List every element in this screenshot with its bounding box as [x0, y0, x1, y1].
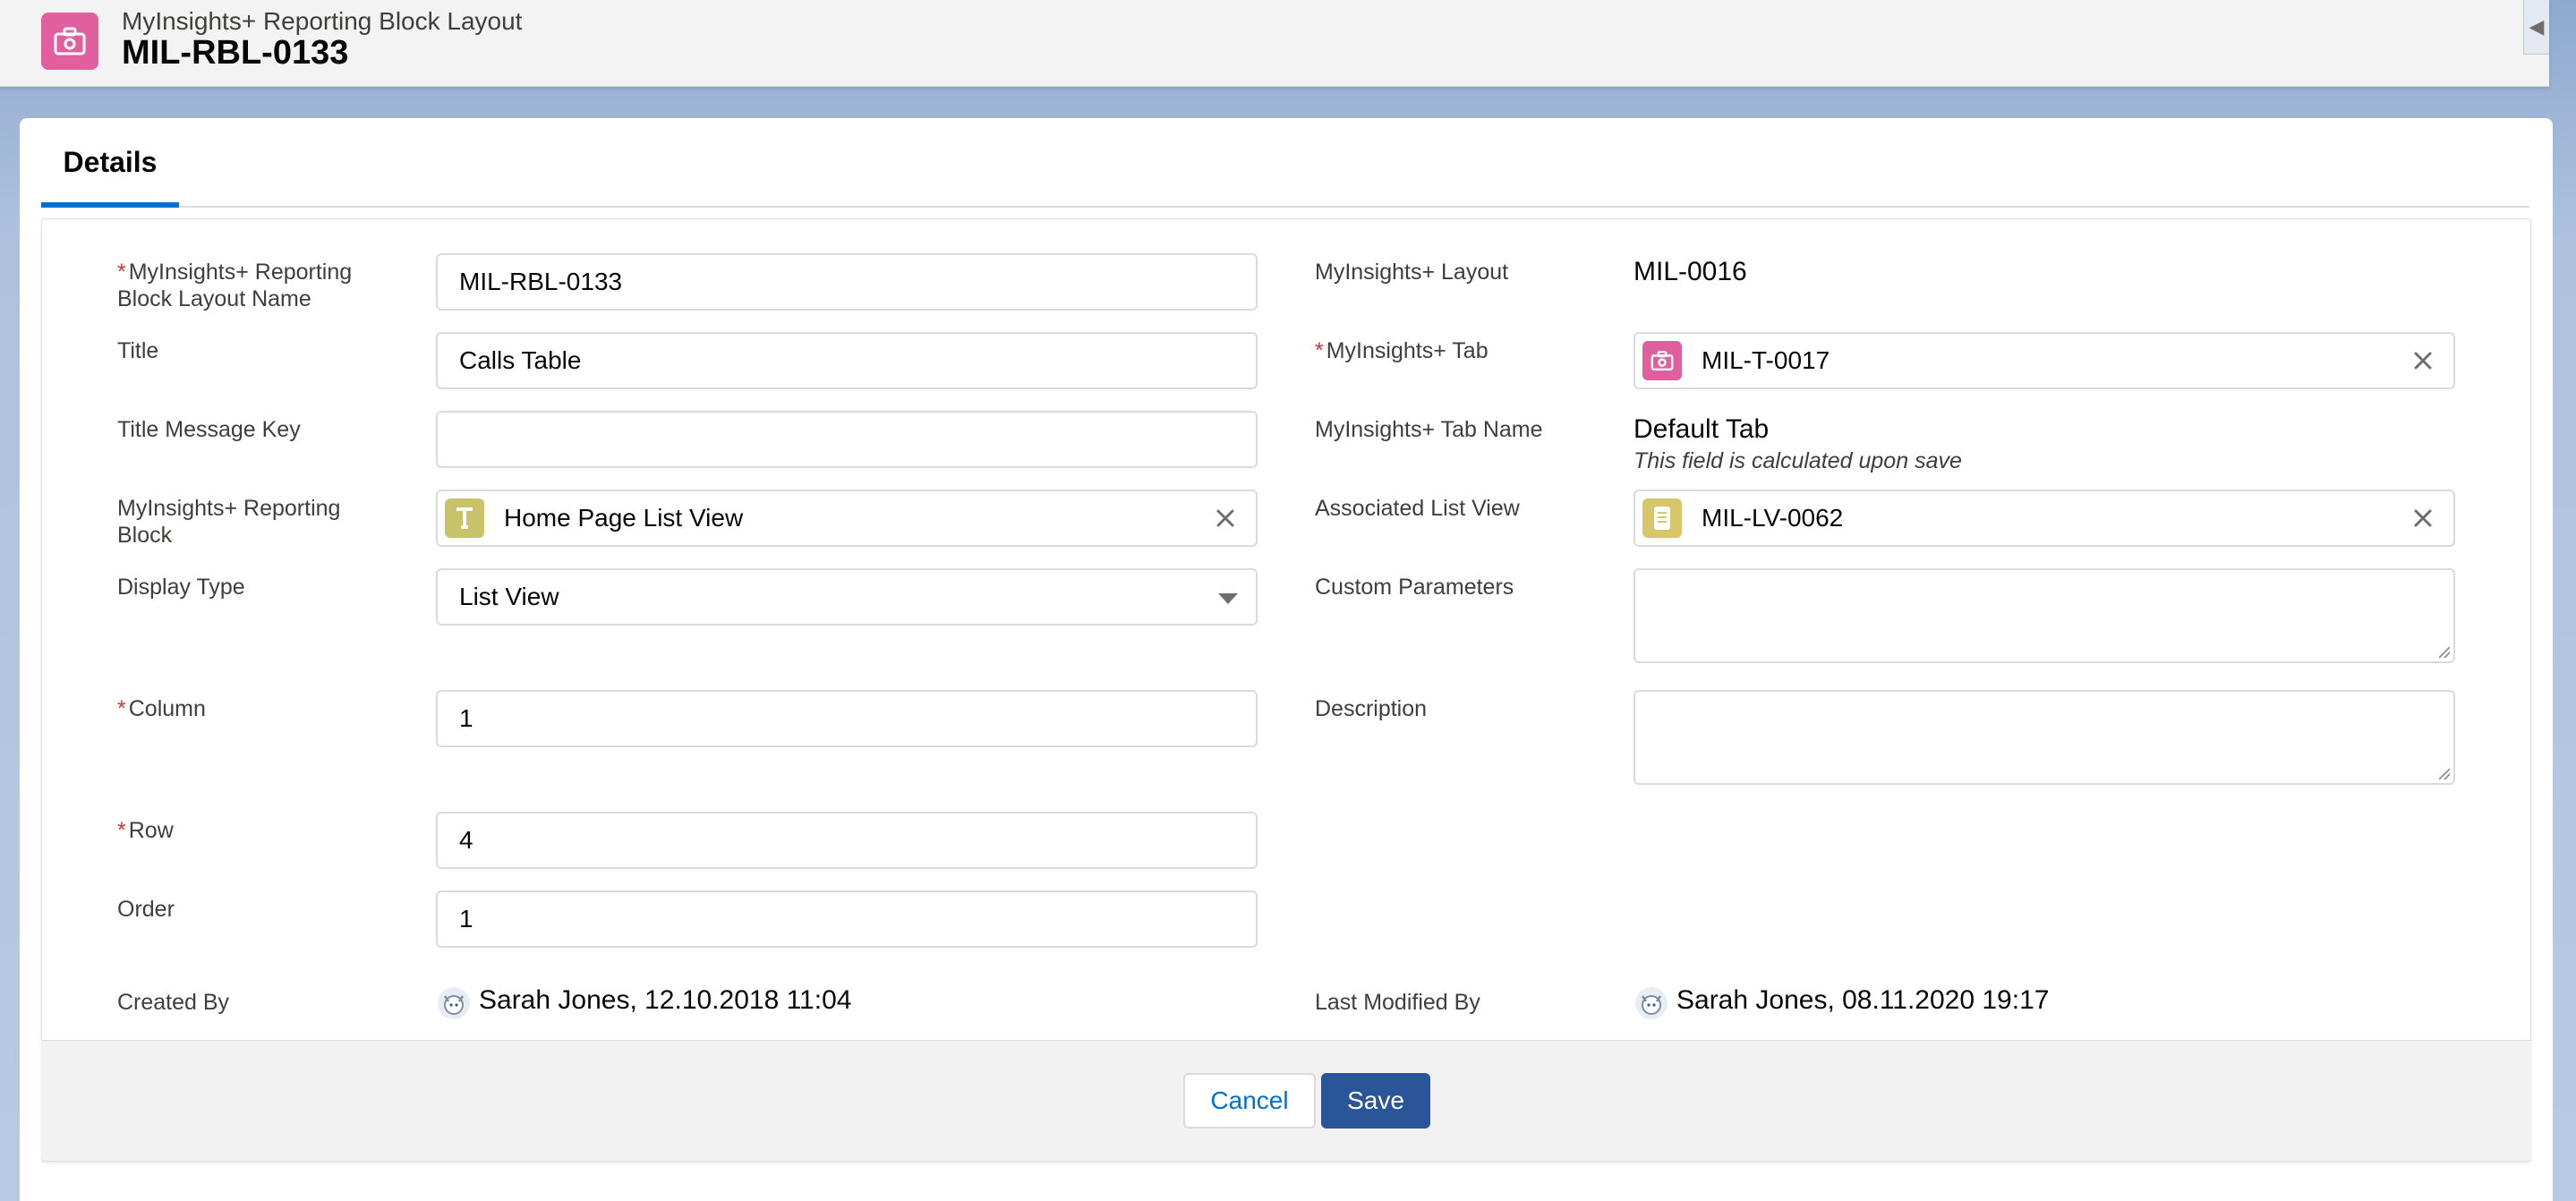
- tab-name-label: MyInsights+ Tab Name: [1315, 417, 1543, 442]
- order-input[interactable]: 1: [436, 890, 1258, 948]
- page-title: MIL-RBL-0133: [122, 34, 349, 72]
- clear-list-view-icon[interactable]: [2410, 506, 2435, 531]
- layout-label: MyInsights+ Layout: [1315, 260, 1509, 285]
- object-label: MyInsights+ Reporting Block Layout: [122, 7, 523, 35]
- required-marker: *: [117, 818, 126, 843]
- tab-label: * MyInsights+ Tab: [1315, 338, 1488, 363]
- last-modified-by-value[interactable]: Sarah Jones, 08.11.2020 19:17: [1676, 985, 2049, 1016]
- created-by-label: Created By: [117, 990, 230, 1015]
- chevron-down-icon: [1218, 593, 1238, 604]
- required-marker: *: [1315, 338, 1324, 363]
- toolbox-icon: [41, 13, 98, 70]
- created-by-value[interactable]: Sarah Jones, 12.10.2018 11:04: [479, 985, 851, 1016]
- title-label: Title: [117, 338, 159, 363]
- custom-parameters-textarea[interactable]: [1633, 568, 2455, 663]
- layout-name-input[interactable]: MIL-RBL-0133: [436, 253, 1258, 311]
- tab-details[interactable]: Details: [41, 118, 179, 208]
- toolbox-icon: [1642, 341, 1682, 380]
- tab-value: MIL-T-0017: [1702, 346, 1830, 374]
- column-label: * Column: [117, 696, 206, 721]
- display-type-label: Display Type: [117, 575, 245, 600]
- record-header: MyInsights+ Reporting Block Layout MIL-R…: [0, 0, 2549, 87]
- record-detail-card: Details * MyInsights+ Reporting Block Lay…: [20, 118, 2553, 1201]
- display-type-select[interactable]: List View: [436, 568, 1258, 626]
- column-input[interactable]: 1: [436, 690, 1258, 747]
- layout-value[interactable]: MIL-0016: [1633, 257, 1747, 287]
- required-marker: *: [117, 260, 126, 285]
- form-footer: Cancel Save: [41, 1040, 2531, 1161]
- clear-tab-icon[interactable]: [2410, 348, 2435, 373]
- reporting-block-icon: [445, 498, 484, 538]
- tab-bar: Details: [41, 118, 2529, 208]
- last-modified-by-label: Last Modified By: [1315, 990, 1480, 1015]
- list-view-label: Associated List View: [1315, 496, 1520, 521]
- cancel-button[interactable]: Cancel: [1183, 1073, 1316, 1129]
- order-label: Order: [117, 897, 175, 922]
- reporting-block-lookup[interactable]: Home Page List View: [436, 490, 1258, 547]
- tab-lookup[interactable]: MIL-T-0017: [1633, 332, 2455, 389]
- save-button[interactable]: Save: [1321, 1073, 1430, 1129]
- title-message-key-input[interactable]: [436, 411, 1258, 468]
- name-label: * MyInsights+ Reporting Block Layout Name: [117, 260, 353, 311]
- display-type-value: List View: [459, 583, 559, 610]
- avatar: [1635, 987, 1668, 1019]
- panel-collapse-toggle[interactable]: ◀: [2523, 0, 2549, 55]
- custom-parameters-label: Custom Parameters: [1315, 575, 1514, 600]
- reporting-block-label: MyInsights+ Reporting Block: [117, 496, 341, 548]
- title-input[interactable]: Calls Table: [436, 332, 1258, 389]
- clear-reporting-block-icon[interactable]: [1213, 506, 1238, 531]
- row-input[interactable]: 4: [436, 812, 1258, 869]
- description-label: Description: [1315, 696, 1428, 721]
- list-view-icon: [1642, 498, 1682, 538]
- avatar: [438, 987, 470, 1019]
- list-view-value: MIL-LV-0062: [1702, 504, 1844, 532]
- description-textarea[interactable]: [1633, 690, 2455, 785]
- tab-name-value: Default Tab: [1633, 414, 1770, 444]
- title-message-key-label: Title Message Key: [117, 417, 301, 442]
- reporting-block-value: Home Page List View: [504, 504, 744, 532]
- row-label: * Row: [117, 818, 174, 843]
- tab-name-hint: This field is calculated upon save: [1633, 448, 1962, 473]
- chevron-left-icon: ◀: [2529, 15, 2545, 38]
- list-view-lookup[interactable]: MIL-LV-0062: [1633, 490, 2455, 547]
- required-marker: *: [117, 696, 126, 721]
- edit-form: * MyInsights+ Reporting Block Layout Name…: [41, 218, 2531, 1162]
